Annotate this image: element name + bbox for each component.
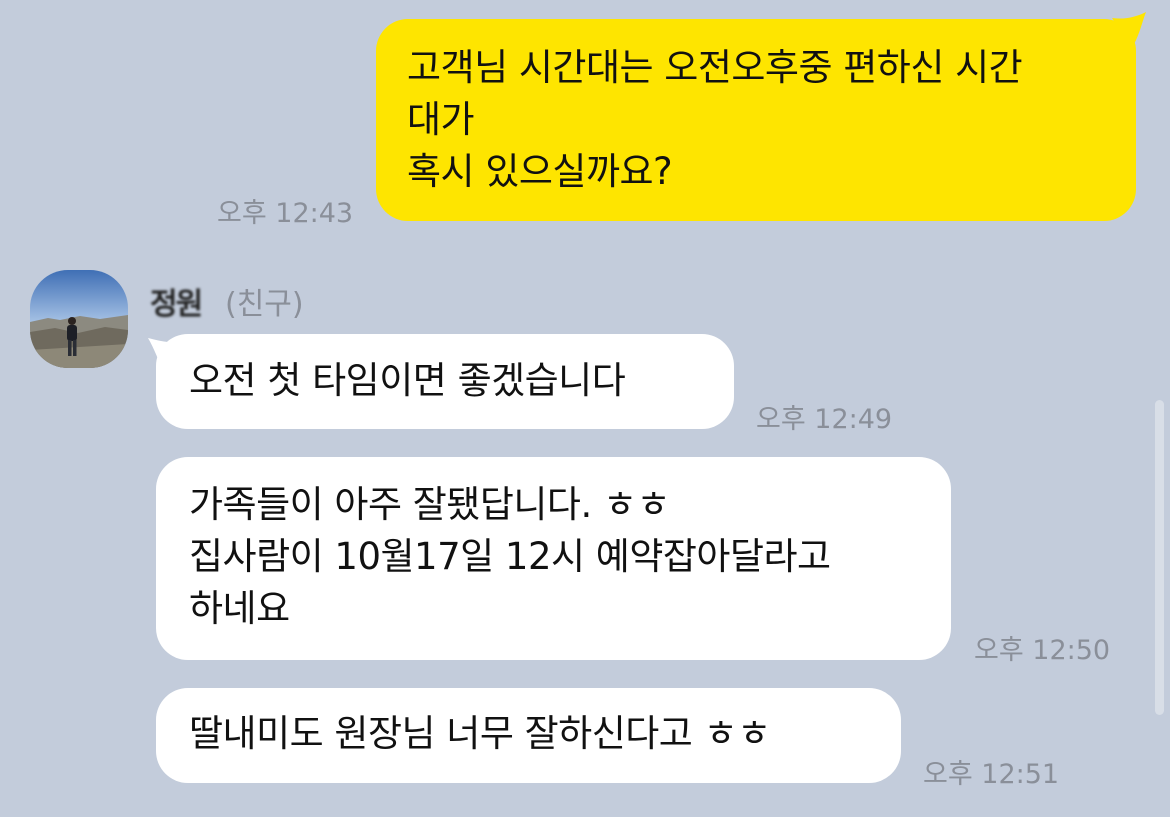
incoming-message-bubble[interactable]: 가족들이 아주 잘됐답니다. ㅎㅎ 집사람이 10월17일 12시 예약잡아달라… [156, 457, 951, 660]
message-timestamp: 오후 12:50 [974, 635, 1111, 666]
chat-room: 고객님 시간대는 오전오후중 편하신 시간 대가 혹시 있으실까요? 오후 12… [0, 0, 1170, 817]
avatar-photo-icon [30, 270, 128, 368]
incoming-message-bubble[interactable]: 오전 첫 타임이면 좋겠습니다 [156, 334, 734, 429]
message-timestamp: 오후 12:51 [923, 759, 1060, 790]
profile-photo-avatar[interactable] [30, 270, 128, 368]
sender-name[interactable]: 정원 [150, 279, 203, 323]
incoming-message-bubble[interactable]: 딸내미도 원장님 너무 잘하신다고 ㅎㅎ [156, 688, 901, 783]
message-timestamp: 오후 12:43 [217, 198, 354, 229]
outgoing-message-bubble[interactable]: 고객님 시간대는 오전오후중 편하신 시간 대가 혹시 있으실까요? [376, 19, 1136, 221]
sender-relation-tag: (친구) [225, 287, 304, 322]
message-timestamp: 오후 12:49 [756, 404, 893, 435]
chat-scrollbar[interactable] [1155, 400, 1164, 715]
